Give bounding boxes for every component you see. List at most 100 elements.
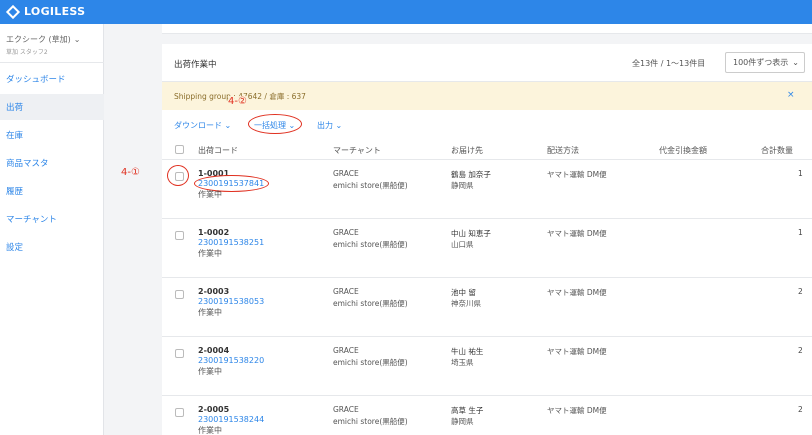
total-quantity: 1 — [798, 169, 803, 178]
tracking-link[interactable]: 2300191537841 — [198, 179, 264, 188]
total-quantity: 2 — [798, 346, 803, 355]
sidebar-item-inventory[interactable]: 在庫 — [0, 122, 104, 148]
merchant-name: GRACE — [333, 346, 359, 355]
previous-panel-edge — [162, 24, 812, 34]
recipient-prefecture: 埼玉県 — [451, 358, 474, 367]
shipment-code: 2-0005 — [198, 405, 230, 414]
select-all-checkbox[interactable] — [175, 145, 184, 154]
sidebar-item-history[interactable]: 履歴 — [0, 178, 104, 204]
panel-header: 出荷作業中 全13件 / 1〜13件目 100件ずつ表示 ⌄ — [162, 44, 812, 82]
row-checkbox[interactable] — [175, 290, 184, 299]
sidebar-item-shipping[interactable]: 出荷 — [0, 94, 104, 120]
bulk-action-label: 一括処理 — [254, 121, 286, 130]
shipping-method: ヤマト運輸 DM便 — [547, 406, 607, 415]
tracking-link[interactable]: 2300191538053 — [198, 297, 264, 306]
recipient-name: 牛山 祐生 — [451, 347, 484, 356]
recipient-prefecture: 山口県 — [451, 240, 474, 249]
result-count: 全13件 / 1〜13件目 — [632, 59, 706, 68]
store-name: emichi store(黒船便) — [333, 358, 408, 367]
column-header[interactable]: お届け先 — [451, 145, 483, 156]
bulk-action-menu[interactable]: 一括処理 ⌄ — [254, 120, 295, 131]
column-header[interactable]: マーチャント — [333, 145, 381, 156]
divider — [0, 62, 104, 63]
store-name: emichi store(黒船便) — [333, 240, 408, 249]
total-quantity: 1 — [798, 228, 803, 237]
table-header: 出荷コード マーチャント お届け先 配送方法 代金引換金額 合計数量 — [162, 140, 812, 160]
panel-title: 出荷作業中 — [174, 60, 217, 70]
merchant-name: GRACE — [333, 405, 359, 414]
chevron-down-icon: ⌄ — [792, 58, 799, 67]
store-name: emichi store(黒船便) — [333, 181, 408, 190]
recipient-name: 高草 生子 — [451, 406, 484, 415]
per-page-value: 100件ずつ表示 — [733, 58, 789, 67]
table-row[interactable]: 1-0002 2300191538251 作業中 GRACE emichi st… — [162, 219, 812, 278]
account-sub: 草加 スタッフ2 — [6, 49, 48, 56]
table-row[interactable]: 2-0003 2300191538053 作業中 GRACE emichi st… — [162, 278, 812, 337]
account-name: エクシーク (草加) — [6, 35, 71, 44]
chevron-down-icon: ⌄ — [335, 121, 343, 130]
chevron-down-icon: ⌄ — [73, 35, 81, 44]
store-name: emichi store(黒船便) — [333, 299, 408, 308]
tracking-link[interactable]: 2300191538244 — [198, 415, 264, 424]
sidebar-item-products[interactable]: 商品マスタ — [0, 150, 104, 176]
logo-diamond-icon — [5, 4, 21, 19]
shipping-panel: 出荷作業中 全13件 / 1〜13件目 100件ずつ表示 ⌄ Shipping … — [162, 44, 812, 435]
chevron-down-icon: ⌄ — [224, 121, 232, 130]
recipient-name: 中山 知恵子 — [451, 229, 491, 238]
recipient-prefecture: 神奈川県 — [451, 299, 481, 308]
status-text: 作業中 — [198, 367, 222, 376]
shipping-method: ヤマト運輸 DM便 — [547, 170, 607, 179]
status-text: 作業中 — [198, 426, 222, 435]
shipping-method: ヤマト運輸 DM便 — [547, 288, 607, 297]
column-header[interactable]: 代金引換金額 — [659, 145, 707, 156]
merchant-name: GRACE — [333, 228, 359, 237]
sidebar-item-merchant[interactable]: マーチャント — [0, 206, 104, 232]
recipient-prefecture: 静岡県 — [451, 181, 474, 190]
row-checkbox[interactable] — [175, 408, 184, 417]
download-menu[interactable]: ダウンロード ⌄ — [174, 120, 231, 131]
account-switcher[interactable]: エクシーク (草加) ⌄ 草加 スタッフ2 — [6, 34, 81, 56]
shipping-method: ヤマト運輸 DM便 — [547, 347, 607, 356]
row-checkbox[interactable] — [175, 349, 184, 358]
table-row[interactable]: 2-0004 2300191538220 作業中 GRACE emichi st… — [162, 337, 812, 396]
close-icon[interactable]: × — [787, 90, 795, 100]
shipment-code: 2-0003 — [198, 287, 230, 296]
status-text: 作業中 — [198, 249, 222, 258]
content-margin: 4-① — [104, 24, 162, 435]
sidebar-item-dashboard[interactable]: ダッシュボード — [0, 66, 104, 92]
recipient-name: 鶴島 加奈子 — [451, 170, 491, 179]
sidebar: エクシーク (草加) ⌄ 草加 スタッフ2 ダッシュボード 出荷 在庫 商品マス… — [0, 24, 104, 435]
store-name: emichi store(黒船便) — [333, 417, 408, 426]
tracking-link[interactable]: 2300191538251 — [198, 238, 264, 247]
table-row[interactable]: 1-0001 2300191537841 作業中 GRACE emichi st… — [162, 160, 812, 219]
row-checkbox[interactable] — [175, 231, 184, 240]
merchant-name: GRACE — [333, 287, 359, 296]
shipment-code: 2-0004 — [198, 346, 230, 355]
row-checkbox[interactable] — [175, 172, 184, 181]
shipment-code: 1-0001 — [198, 169, 230, 178]
top-bar: LOGILESS — [0, 0, 812, 24]
status-text: 作業中 — [198, 308, 222, 317]
merchant-name: GRACE — [333, 169, 359, 178]
shipping-method: ヤマト運輸 DM便 — [547, 229, 607, 238]
app-logo[interactable]: LOGILESS — [5, 4, 86, 19]
output-menu[interactable]: 出力 ⌄ — [317, 120, 342, 131]
tracking-link[interactable]: 2300191538220 — [198, 356, 264, 365]
table-row[interactable]: 2-0005 2300191538244 作業中 GRACE emichi st… — [162, 396, 812, 435]
annotation-step-1: 4-① — [121, 167, 140, 178]
app-name: LOGILESS — [24, 5, 86, 18]
recipient-name: 池中 留 — [451, 288, 476, 297]
shipping-group-banner: Shipping group : 47642 / 倉庫 : 637 × — [162, 82, 812, 110]
recipient-prefecture: 静岡県 — [451, 417, 474, 426]
column-header[interactable]: 配送方法 — [547, 145, 579, 156]
download-label: ダウンロード — [174, 121, 222, 130]
column-header[interactable]: 合計数量 — [761, 145, 793, 156]
per-page-select[interactable]: 100件ずつ表示 ⌄ — [725, 52, 805, 73]
output-label: 出力 — [317, 121, 333, 130]
chevron-down-icon: ⌄ — [288, 121, 296, 130]
total-quantity: 2 — [798, 287, 803, 296]
total-quantity: 2 — [798, 405, 803, 414]
status-text: 作業中 — [198, 190, 222, 199]
column-header[interactable]: 出荷コード — [198, 145, 238, 156]
sidebar-item-settings[interactable]: 設定 — [0, 234, 104, 260]
